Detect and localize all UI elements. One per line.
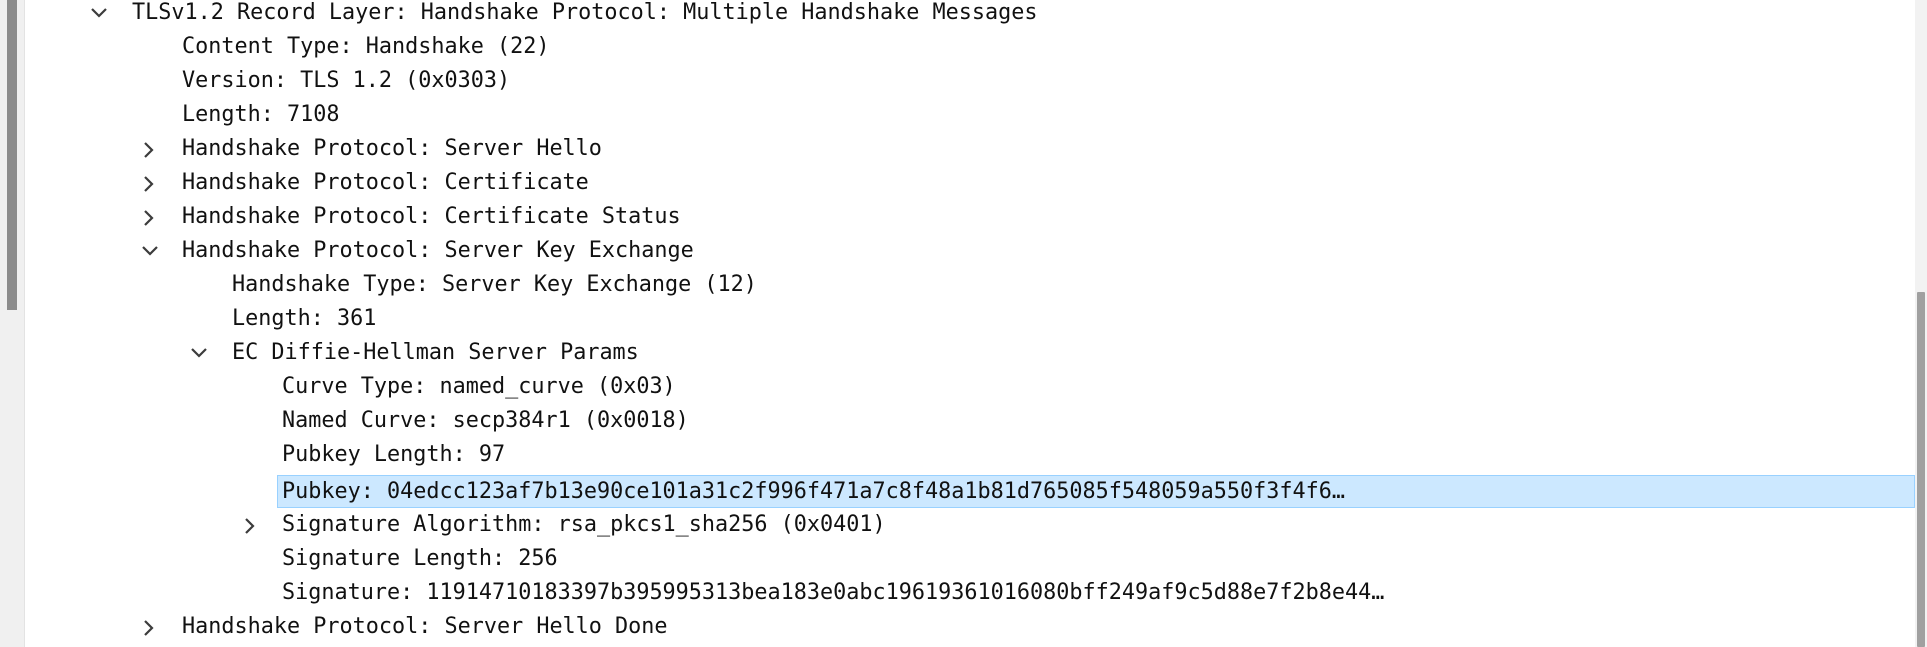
right-scrollbar-thumb[interactable] [1917, 292, 1925, 647]
chevron-right-icon[interactable] [139, 132, 161, 166]
tree-row-label: Signature Length: 256 [282, 546, 558, 571]
tree-row-signature[interactable]: Signature: 11914710183397b395995313bea18… [0, 576, 1915, 610]
tree-row-server-key-exchange[interactable]: Handshake Protocol: Server Key Exchange [0, 234, 1915, 268]
tree-row-named-curve[interactable]: Named Curve: secp384r1 (0x0018) [0, 404, 1915, 438]
tree-row-version[interactable]: Version: TLS 1.2 (0x0303) [0, 64, 1915, 98]
tree-row-certificate[interactable]: Handshake Protocol: Certificate [0, 166, 1915, 200]
tree-row-label: Named Curve: secp384r1 (0x0018) [282, 408, 689, 433]
tree-row-curve-type[interactable]: Curve Type: named_curve (0x03) [0, 370, 1915, 404]
tree-row-label: Curve Type: named_curve (0x03) [282, 374, 676, 399]
packet-details-pane: TLSv1.2 Record Layer: Handshake Protocol… [0, 0, 1927, 647]
right-scroll-gutter [1915, 0, 1927, 647]
chevron-right-icon[interactable] [139, 610, 161, 644]
tree-row-label: EC Diffie-Hellman Server Params [232, 340, 639, 365]
tree-row-label: Content Type: Handshake (22) [182, 34, 550, 59]
chevron-down-icon[interactable] [188, 336, 210, 370]
tree-row-label: Length: 361 [232, 306, 377, 331]
tree-row-label: Handshake Protocol: Server Hello [182, 136, 602, 161]
tree-row-pubkey-length[interactable]: Pubkey Length: 97 [0, 438, 1915, 472]
tree-row-label: Handshake Protocol: Server Hello Done [182, 614, 668, 639]
tree-row-certificate-status[interactable]: Handshake Protocol: Certificate Status [0, 200, 1915, 234]
chevron-down-icon[interactable] [139, 234, 161, 268]
tree-row-label: Handshake Protocol: Server Key Exchange [182, 238, 694, 263]
chevron-right-icon[interactable] [139, 200, 161, 234]
tree-row-pubkey-selected[interactable]: Pubkey: 04edcc123af7b13e90ce101a31c2f996… [277, 475, 1915, 508]
tree-row-ecdh-server-params[interactable]: EC Diffie-Hellman Server Params [0, 336, 1915, 370]
tree-row-label: Handshake Type: Server Key Exchange (12) [232, 272, 757, 297]
tree-row-label: Pubkey Length: 97 [282, 442, 506, 467]
tree-row-handshake-type[interactable]: Handshake Type: Server Key Exchange (12) [0, 268, 1915, 302]
chevron-down-icon[interactable] [88, 0, 110, 30]
tree-row-label: Handshake Protocol: Certificate [182, 170, 589, 195]
tree-row-label: Signature Algorithm: rsa_pkcs1_sha256 (0… [282, 512, 886, 537]
tree-row-label: Length: 7108 [182, 102, 340, 127]
tree-row-server-hello[interactable]: Handshake Protocol: Server Hello [0, 132, 1915, 166]
tree-row-label: Version: TLS 1.2 (0x0303) [182, 68, 511, 93]
tree-row-label: Pubkey: 04edcc123af7b13e90ce101a31c2f996… [282, 479, 1345, 504]
chevron-right-icon[interactable] [139, 166, 161, 200]
tree-row-signature-algorithm[interactable]: Signature Algorithm: rsa_pkcs1_sha256 (0… [0, 508, 1915, 542]
tree-row-signature-length[interactable]: Signature Length: 256 [0, 542, 1915, 576]
tree-row-label: Handshake Protocol: Certificate Status [182, 204, 681, 229]
tree-row-tls-record-layer[interactable]: TLSv1.2 Record Layer: Handshake Protocol… [0, 0, 1915, 30]
tree-row-server-hello-done[interactable]: Handshake Protocol: Server Hello Done [0, 610, 1915, 644]
chevron-right-icon[interactable] [240, 508, 262, 542]
tree-row-label: TLSv1.2 Record Layer: Handshake Protocol… [132, 0, 1038, 25]
tree-row-ske-length[interactable]: Length: 361 [0, 302, 1915, 336]
tree-row-length[interactable]: Length: 7108 [0, 98, 1915, 132]
tree-row-content-type[interactable]: Content Type: Handshake (22) [0, 30, 1915, 64]
tree-row-label: Signature: 11914710183397b395995313bea18… [282, 580, 1385, 605]
